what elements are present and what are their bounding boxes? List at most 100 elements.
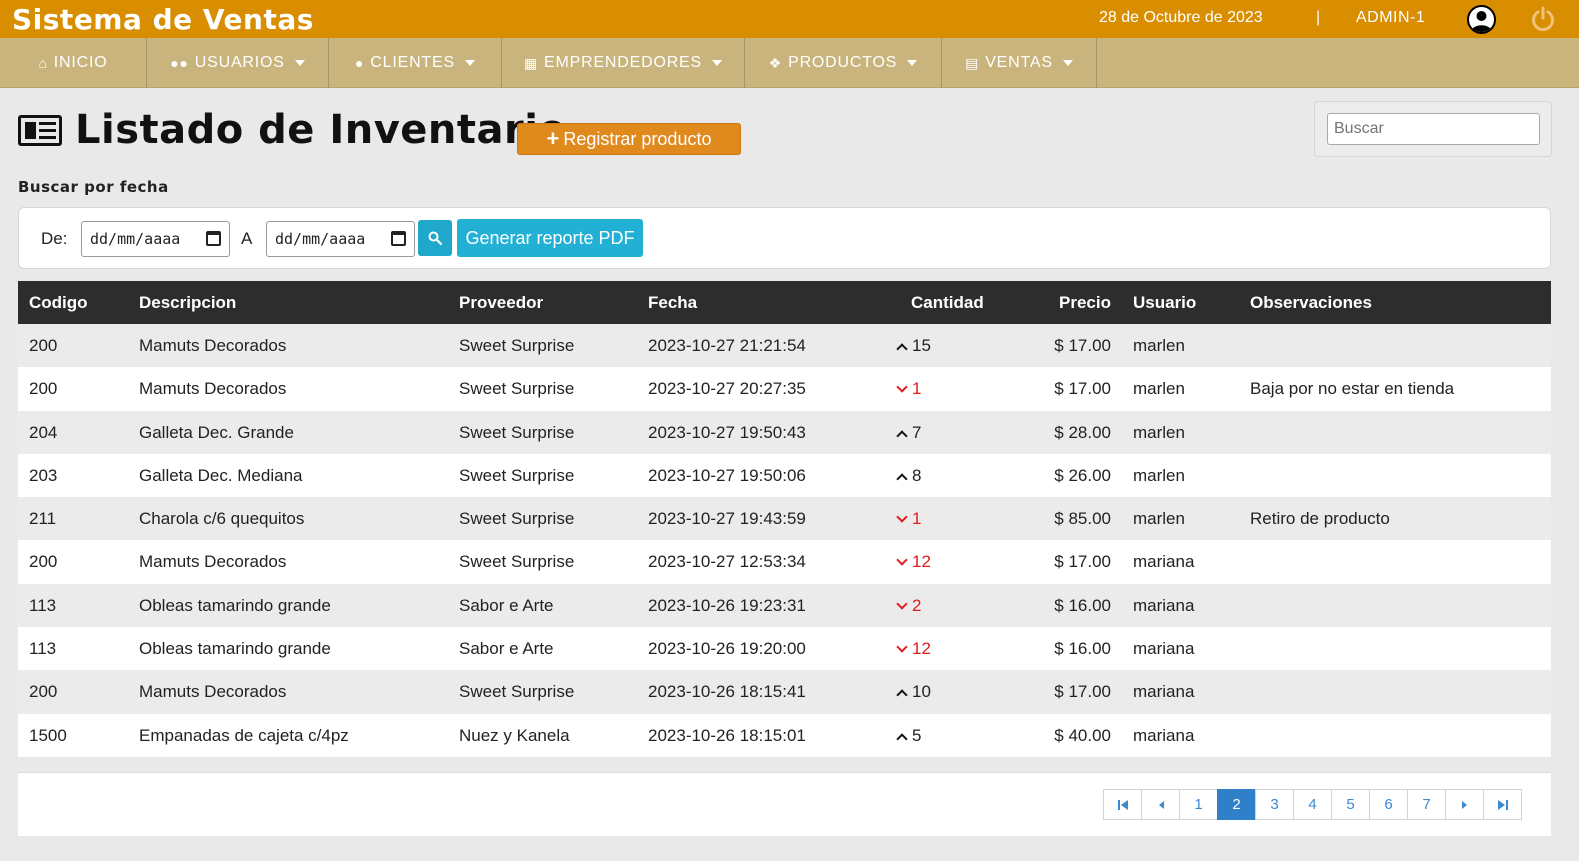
- page-button-7[interactable]: 7: [1407, 789, 1446, 820]
- table-row[interactable]: 204 Galleta Dec. Grande Sweet Surprise 2023…: [18, 410, 1551, 454]
- table-row[interactable]: 211 Charola c/6 quequitos Sweet Surprise 20…: [18, 497, 1551, 541]
- page-button-5[interactable]: 5: [1331, 789, 1370, 820]
- cell-usuario: marlen: [1133, 379, 1185, 399]
- table-row[interactable]: 203 Galleta Dec. Mediana Sweet Surprise 202…: [18, 453, 1551, 498]
- table-row[interactable]: 200 Mamuts Decorados Sweet Surprise 2023-10…: [18, 670, 1551, 714]
- cell-observaciones: Baja por no estar en tienda: [1250, 379, 1455, 399]
- cell-codigo: 113: [29, 639, 57, 659]
- cell-codigo: 203: [29, 465, 58, 485]
- search-panel: [1314, 101, 1552, 157]
- nav-clientes[interactable]: ● CLIENTES: [329, 38, 502, 88]
- cell-cantidad: 1: [895, 379, 921, 399]
- cell-descripcion: Obleas tamarindo grande: [139, 595, 331, 615]
- cell-cantidad: 1: [895, 509, 921, 529]
- table-row[interactable]: 200 Mamuts Decorados Sweet Surprise 2023-10…: [18, 540, 1551, 584]
- header-cantidad[interactable]: Cantidad: [911, 293, 984, 313]
- date-search-button[interactable]: [418, 220, 452, 256]
- page-button-6[interactable]: 6: [1369, 789, 1408, 820]
- cell-precio: $ 85.00: [1054, 509, 1111, 529]
- cell-precio: $ 17.00: [1054, 336, 1111, 355]
- next-page-icon[interactable]: [1445, 789, 1484, 820]
- cell-proveedor: Sabor e Arte: [459, 595, 554, 615]
- date-to-input[interactable]: dd/mm/aaaa: [266, 221, 415, 257]
- cell-descripcion: Charola c/6 quequitos: [139, 509, 305, 529]
- cell-proveedor: Sweet Surprise: [459, 379, 575, 399]
- header-observaciones[interactable]: Observaciones: [1250, 293, 1372, 313]
- header-fecha[interactable]: Fecha: [648, 293, 697, 313]
- users-icon: ●●: [170, 55, 189, 71]
- generate-pdf-button[interactable]: Generar reporte PDF: [457, 219, 643, 257]
- cell-descripcion: Galleta Dec. Mediana: [139, 465, 303, 485]
- cell-cantidad: 12: [895, 552, 931, 572]
- table-row[interactable]: 200 Mamuts Decorados Sweet Surprise 2023-10…: [18, 324, 1551, 368]
- from-label: De:: [41, 229, 68, 248]
- nav-usuarios[interactable]: ●● USUARIOS: [147, 38, 329, 88]
- cell-cantidad-value: 12: [912, 639, 931, 659]
- nav-inicio[interactable]: ⌂ INICIO: [0, 38, 147, 88]
- cell-cantidad-value: 15: [912, 336, 931, 355]
- table-row[interactable]: 200 Mamuts Decorados Sweet Surprise 2023-10…: [18, 367, 1551, 411]
- arrow-down-icon: [896, 381, 908, 393]
- user-avatar-icon[interactable]: [1467, 5, 1496, 34]
- cell-descripcion: Empanadas de cajeta c/4pz: [139, 725, 349, 745]
- date-from-input[interactable]: dd/mm/aaaa: [81, 221, 230, 257]
- power-icon[interactable]: [1530, 6, 1556, 32]
- register-product-button[interactable]: + Registrar producto: [517, 123, 741, 155]
- cell-fecha: 2023-10-27 19:43:59: [648, 509, 806, 529]
- nav-clientes-label: CLIENTES: [370, 54, 455, 71]
- page-numbers: 1234567: [1179, 789, 1446, 820]
- chevron-down-icon: [464, 60, 475, 66]
- page-button-1[interactable]: 1: [1179, 789, 1218, 820]
- nav-inicio-label: INICIO: [53, 54, 108, 71]
- page-button-4[interactable]: 4: [1293, 789, 1332, 820]
- page-button-3[interactable]: 3: [1255, 789, 1294, 820]
- cell-cantidad-value: 12: [912, 552, 931, 572]
- cell-codigo: 200: [29, 552, 58, 572]
- cell-fecha: 2023-10-26 18:15:41: [648, 682, 806, 702]
- username[interactable]: ADMIN-1: [1356, 9, 1425, 27]
- cell-codigo: 211: [29, 509, 57, 529]
- header-descripcion[interactable]: Descripcion: [139, 293, 236, 313]
- cell-usuario: marlen: [1133, 465, 1185, 485]
- first-page-icon[interactable]: [1103, 789, 1142, 820]
- nav-productos[interactable]: ❖ PRODUCTOS: [745, 38, 942, 88]
- cell-proveedor: Sweet Surprise: [459, 422, 575, 442]
- header-codigo[interactable]: Codigo: [29, 293, 88, 313]
- cell-precio: $ 40.00: [1054, 725, 1111, 745]
- cell-codigo: 200: [29, 379, 58, 399]
- header-usuario[interactable]: Usuario: [1133, 293, 1196, 313]
- arrow-down-icon: [896, 598, 908, 610]
- prev-page-icon[interactable]: [1141, 789, 1180, 820]
- calendar-icon[interactable]: [206, 231, 221, 246]
- table-row[interactable]: 1500 Empanadas de cajeta c/4pz Nuez y Kane…: [18, 713, 1551, 757]
- cell-proveedor: Sweet Surprise: [459, 682, 575, 702]
- cell-cantidad-value: 1: [912, 379, 922, 399]
- arrow-up-icon: [896, 429, 908, 442]
- cell-fecha: 2023-10-27 12:53:34: [648, 552, 806, 572]
- chevron-down-icon: [1062, 60, 1073, 66]
- nav-emprendedores-label: EMPRENDEDORES: [544, 54, 702, 71]
- cell-usuario: mariana: [1133, 595, 1195, 615]
- cell-precio: $ 17.00: [1054, 682, 1111, 702]
- nav-emprendedores[interactable]: ▦ EMPRENDEDORES: [502, 38, 745, 88]
- cell-cantidad-value: 5: [912, 725, 922, 745]
- top-bar: Sistema de Ventas 28 de Octubre de 2023 …: [0, 0, 1579, 38]
- last-page-icon[interactable]: [1483, 789, 1522, 820]
- cell-cantidad: 15: [895, 336, 931, 356]
- cell-codigo: 1500: [29, 725, 67, 745]
- cell-descripcion: Mamuts Decorados: [139, 336, 287, 355]
- cell-usuario: mariana: [1133, 552, 1195, 572]
- table-row[interactable]: 113 Obleas tamarindo grande Sabor e Arte 20…: [18, 627, 1551, 671]
- search-input[interactable]: [1327, 113, 1540, 145]
- nav-ventas[interactable]: ▤ VENTAS: [942, 38, 1097, 88]
- page-button-2[interactable]: 2: [1217, 789, 1256, 820]
- to-label: A: [241, 229, 253, 248]
- header-proveedor[interactable]: Proveedor: [459, 293, 543, 313]
- date-from-placeholder: dd/mm/aaaa: [90, 230, 181, 248]
- calendar-icon[interactable]: [391, 231, 406, 246]
- arrow-up-icon: [896, 473, 908, 485]
- arrow-down-icon: [896, 511, 908, 523]
- arrow-down-icon: [896, 641, 908, 653]
- header-precio[interactable]: Precio: [1059, 293, 1111, 313]
- table-row[interactable]: 113 Obleas tamarindo grande Sabor e Arte 20…: [18, 583, 1551, 628]
